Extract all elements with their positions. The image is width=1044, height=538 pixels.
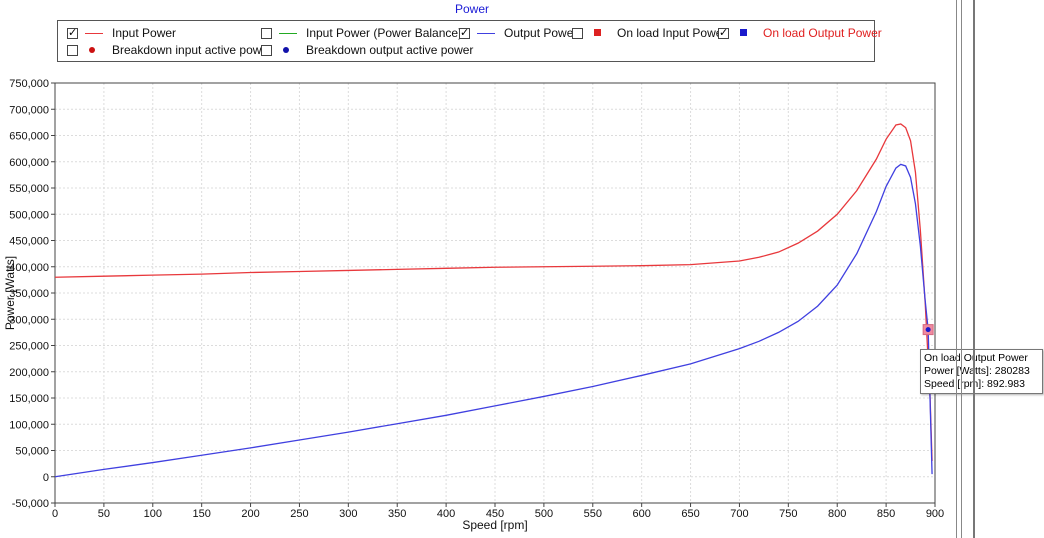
- x-tick-label: 200: [241, 508, 259, 520]
- y-tick-label: 150,000: [9, 393, 49, 405]
- point-on-load-output-power: [925, 327, 931, 333]
- x-tick-label: 900: [926, 508, 944, 520]
- y-tick-label: 450,000: [9, 236, 49, 248]
- y-tick-label: 200,000: [9, 367, 49, 379]
- y-tick-label: 650,000: [9, 131, 49, 143]
- y-tick-label: 100,000: [9, 419, 49, 431]
- series-line-output-power: [54, 163, 933, 478]
- y-tick-label: 600,000: [9, 157, 49, 169]
- x-tick-label: 850: [877, 508, 895, 520]
- x-tick-label: 100: [144, 508, 162, 520]
- panel-border-left: [956, 0, 957, 538]
- power-chart: Power ✓ Input Power Input Power (Power B…: [0, 0, 1044, 538]
- x-tick-label: 750: [779, 508, 797, 520]
- x-tick-label: 400: [437, 508, 455, 520]
- y-tick-label: 500,000: [9, 209, 49, 221]
- x-tick-label: 700: [730, 508, 748, 520]
- x-tick-label: 650: [681, 508, 699, 520]
- x-tick-label: 500: [535, 508, 553, 520]
- tooltip-power: Power [Watts]: 280283: [924, 365, 1030, 377]
- x-tick-label: 50: [98, 508, 110, 520]
- x-tick-label: 350: [388, 508, 406, 520]
- y-axis-label: Power [Watts]: [3, 256, 17, 330]
- y-tick-label: 50,000: [15, 446, 49, 458]
- y-tick-label: 700,000: [9, 104, 49, 116]
- panel-splitter[interactable]: [973, 0, 975, 538]
- plot-area[interactable]: 0 50 100 150 200 250 300 350 400 450 500 550 600 650 7…: [0, 0, 1044, 538]
- y-tick-label: -50,000: [12, 498, 49, 510]
- x-tick-label: 150: [192, 508, 210, 520]
- x-tick-label: 250: [290, 508, 308, 520]
- tooltip-series: On load Output Power: [924, 352, 1028, 364]
- tooltip-speed: Speed [rpm]: 892.983: [924, 378, 1025, 390]
- series-line-input-power: [54, 123, 933, 462]
- x-tick-label: 550: [584, 508, 602, 520]
- x-tick-label: 800: [828, 508, 846, 520]
- y-tick-label: 550,000: [9, 183, 49, 195]
- x-axis-label: Speed [rpm]: [462, 518, 527, 532]
- y-tick-label: 0: [43, 472, 49, 484]
- y-tick-label: 250,000: [9, 341, 49, 353]
- x-tick-label: 600: [632, 508, 650, 520]
- x-tick-label: 0: [52, 508, 58, 520]
- x-tick-label: 300: [339, 508, 357, 520]
- y-tick-label: 750,000: [9, 78, 49, 90]
- panel-border-mid: [961, 0, 962, 538]
- data-point-tooltip: On load Output Power Power [Watts]: 2802…: [920, 349, 1043, 394]
